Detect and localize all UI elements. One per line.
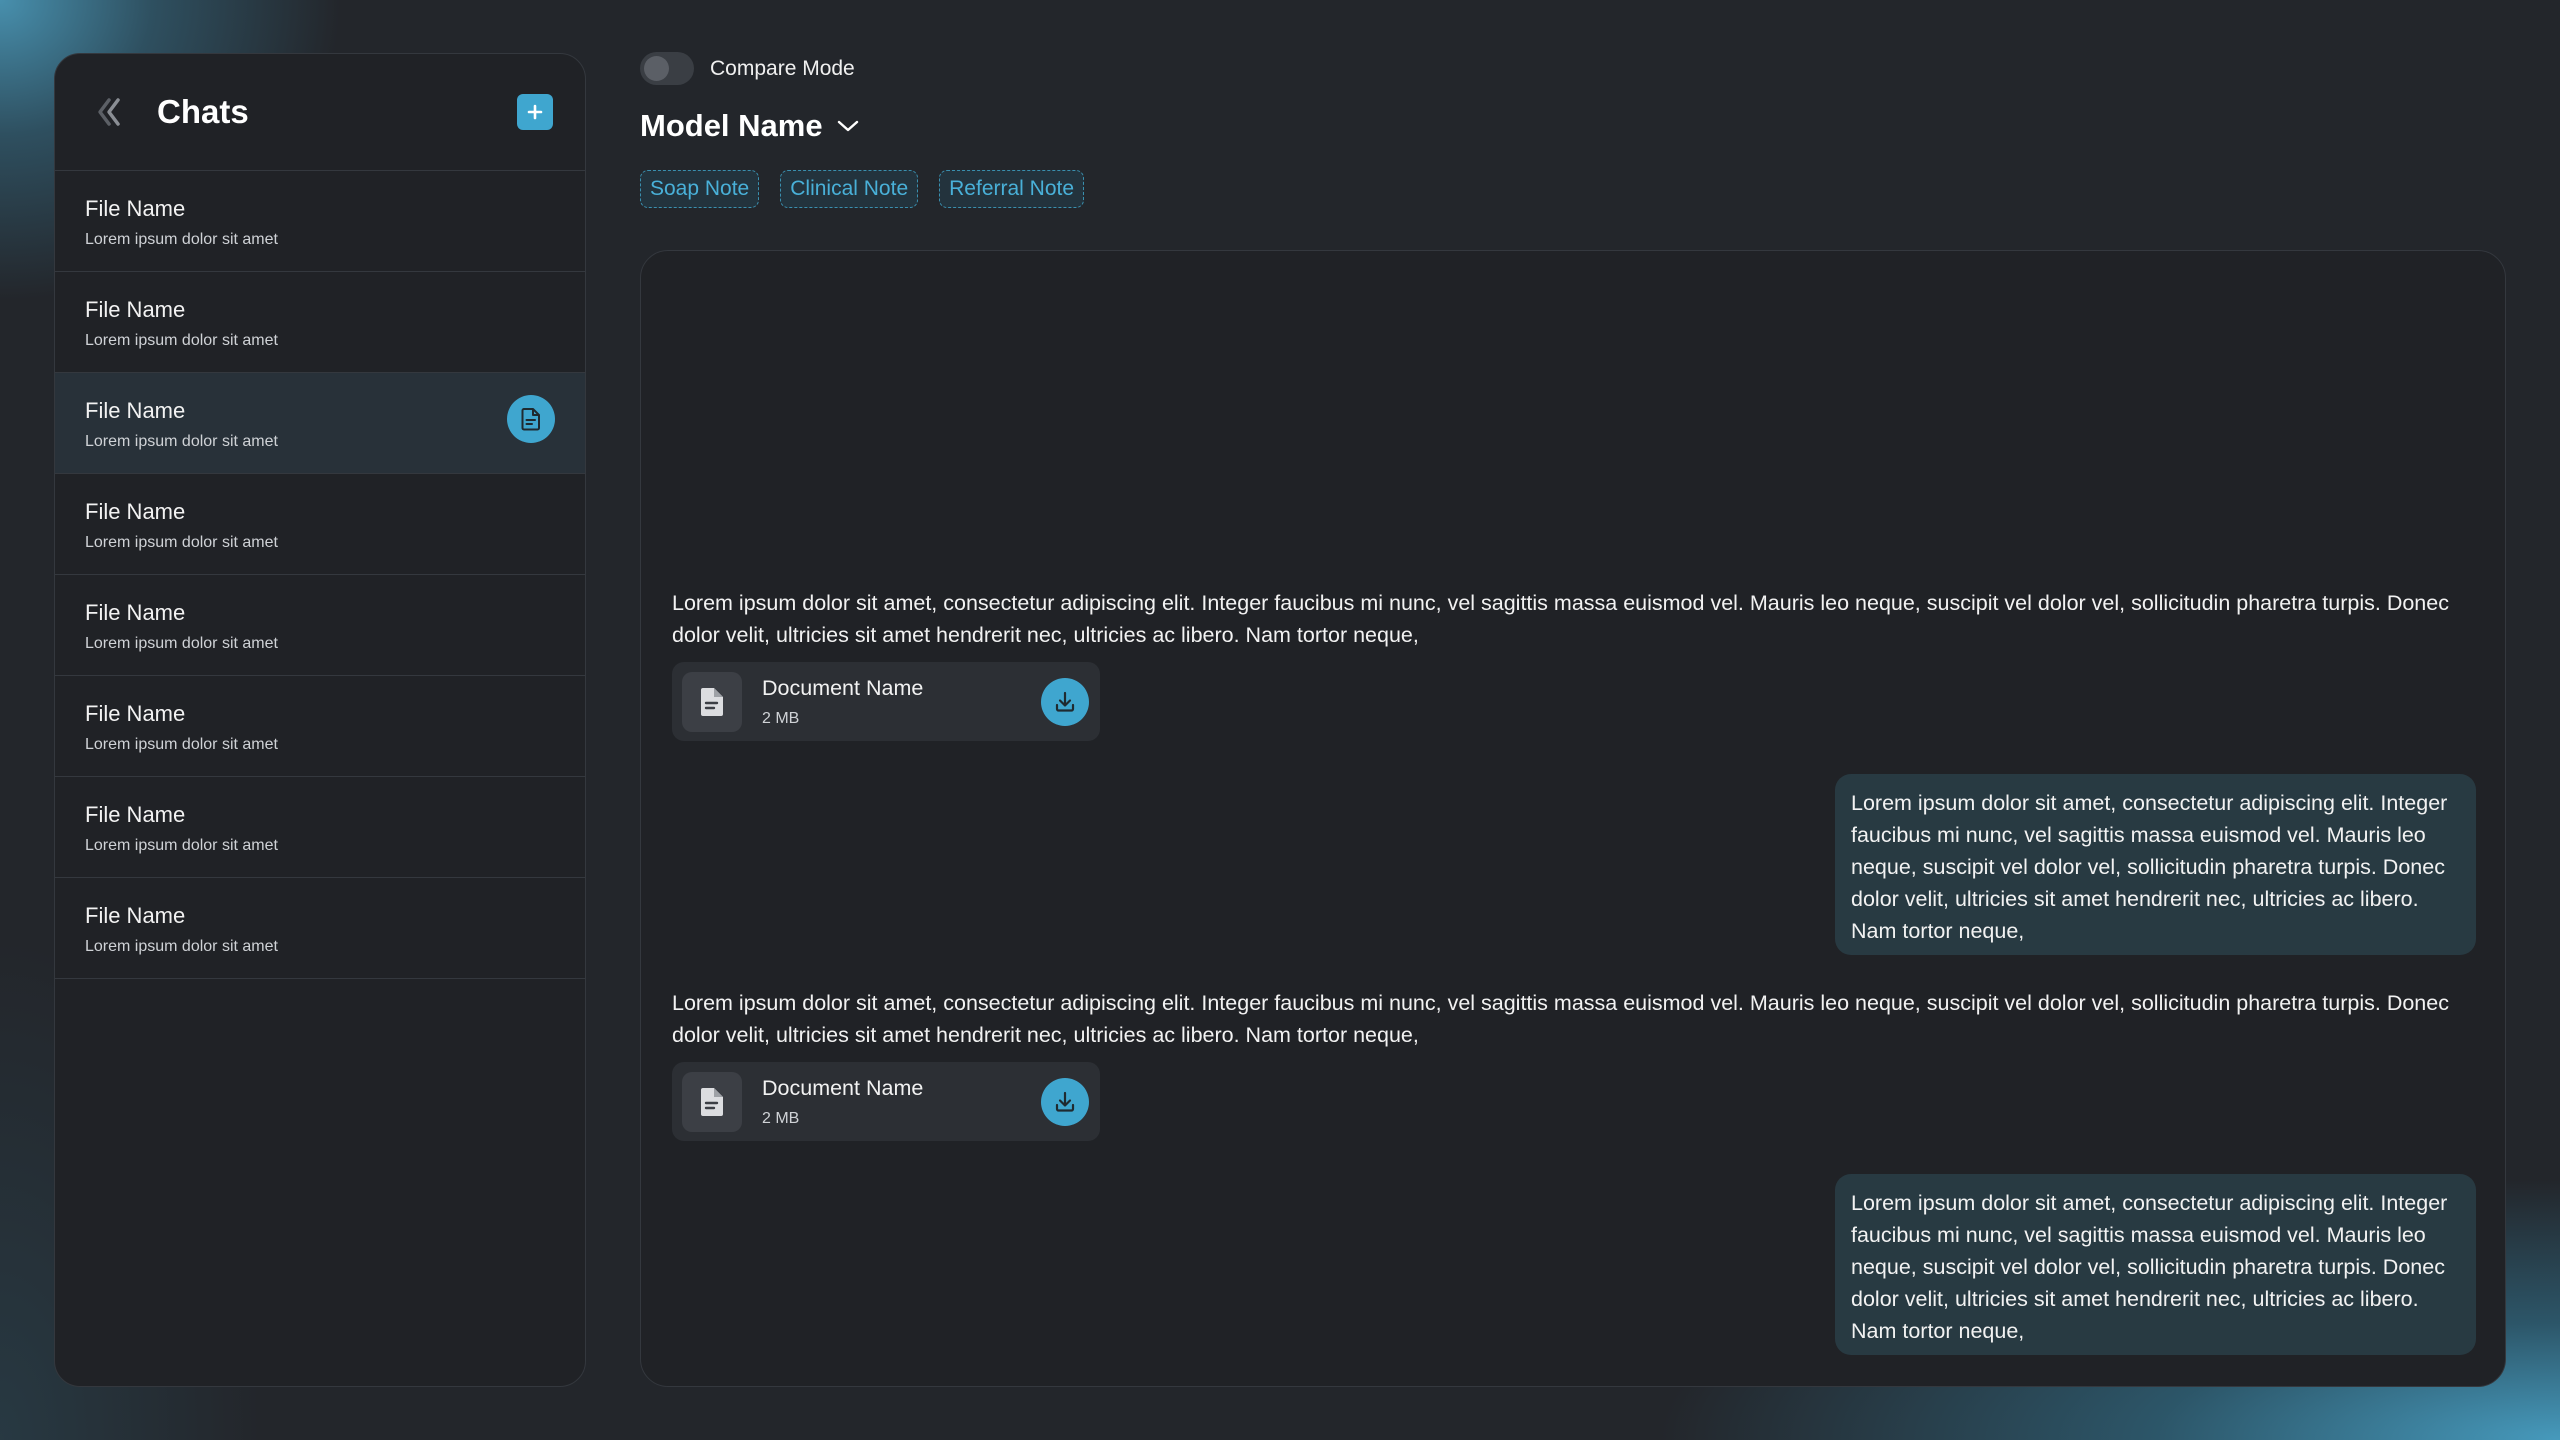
chat-messages-panel: Lorem ipsum dolor sit amet, consectetur …	[640, 250, 2506, 1387]
chat-subtitle: Lorem ipsum dolor sit amet	[85, 433, 278, 451]
chat-list-item[interactable]: File Name Lorem ipsum dolor sit amet	[55, 272, 585, 373]
file-icon	[682, 671, 742, 732]
chat-list-item[interactable]: File Name Lorem ipsum dolor sit amet	[55, 575, 585, 676]
chat-subtitle: Lorem ipsum dolor sit amet	[85, 938, 278, 956]
chat-subtitle: Lorem ipsum dolor sit amet	[85, 736, 278, 754]
document-attachment[interactable]: Document Name 2 MB	[672, 1062, 1100, 1141]
compare-mode-toggle[interactable]	[640, 52, 694, 85]
model-name: Model Name	[640, 108, 823, 143]
file-icon	[682, 1071, 742, 1132]
plus-icon	[527, 104, 543, 120]
new-chat-button[interactable]	[517, 94, 553, 130]
download-button[interactable]	[1041, 677, 1089, 726]
tag-clinical-note[interactable]: Clinical Note	[780, 170, 919, 208]
sidebar-header: Chats	[55, 54, 585, 171]
chat-subtitle: Lorem ipsum dolor sit amet	[85, 837, 278, 855]
document-icon	[521, 408, 540, 431]
double-chevron-left-icon	[98, 98, 120, 126]
document-name: Document Name	[762, 1075, 924, 1100]
model-selector[interactable]: Model Name	[640, 108, 859, 144]
chat-file-name: File Name	[85, 600, 186, 625]
document-size: 2 MB	[762, 709, 800, 727]
chat-list-item[interactable]: File Name Lorem ipsum dolor sit amet	[55, 676, 585, 777]
chat-sidebar: Chats File Name Lorem ipsum dolor sit am…	[54, 53, 586, 1387]
chat-file-name: File Name	[85, 297, 186, 322]
chat-subtitle: Lorem ipsum dolor sit amet	[85, 534, 278, 552]
chat-file-name: File Name	[85, 398, 186, 423]
chat-file-name: File Name	[85, 903, 186, 928]
chat-list-item[interactable]: File Name Lorem ipsum dolor sit amet	[55, 474, 585, 575]
open-document-button[interactable]	[507, 395, 555, 443]
chat-list-item-active[interactable]: File Name Lorem ipsum dolor sit amet	[55, 373, 585, 474]
chat-list-item[interactable]: File Name Lorem ipsum dolor sit amet	[55, 171, 585, 272]
document-size: 2 MB	[762, 1109, 800, 1127]
download-icon	[1055, 1091, 1075, 1112]
document-name: Document Name	[762, 675, 924, 700]
collapse-sidebar-button[interactable]	[95, 97, 125, 127]
chat-list-item[interactable]: File Name Lorem ipsum dolor sit amet	[55, 777, 585, 878]
chevron-down-icon	[837, 119, 859, 133]
compare-mode-row: Compare Mode	[640, 52, 855, 85]
tag-referral-note[interactable]: Referral Note	[939, 170, 1085, 208]
document-attachment[interactable]: Document Name 2 MB	[672, 662, 1100, 741]
download-icon	[1055, 691, 1075, 712]
assistant-message: Lorem ipsum dolor sit amet, consectetur …	[672, 591, 2449, 647]
user-message: Lorem ipsum dolor sit amet, consectetur …	[1835, 774, 2476, 955]
assistant-message: Lorem ipsum dolor sit amet, consectetur …	[672, 991, 2449, 1047]
document-info: Document Name 2 MB	[762, 676, 1041, 728]
compare-mode-label: Compare Mode	[710, 56, 855, 80]
chat-file-name: File Name	[85, 196, 186, 221]
chat-list-item[interactable]: File Name Lorem ipsum dolor sit amet	[55, 878, 585, 979]
toggle-knob	[644, 56, 669, 81]
chat-file-name: File Name	[85, 802, 186, 827]
download-button[interactable]	[1041, 1077, 1089, 1126]
user-message: Lorem ipsum dolor sit amet, consectetur …	[1835, 1174, 2476, 1355]
chat-subtitle: Lorem ipsum dolor sit amet	[85, 231, 278, 249]
sidebar-title: Chats	[157, 93, 249, 130]
chat-subtitle: Lorem ipsum dolor sit amet	[85, 635, 278, 653]
chat-file-name: File Name	[85, 701, 186, 726]
document-info: Document Name 2 MB	[762, 1076, 1041, 1128]
note-type-tags: Soap Note Clinical Note Referral Note	[640, 170, 1085, 208]
chat-file-name: File Name	[85, 499, 186, 524]
tag-soap-note[interactable]: Soap Note	[640, 170, 760, 208]
chat-subtitle: Lorem ipsum dolor sit amet	[85, 332, 278, 350]
